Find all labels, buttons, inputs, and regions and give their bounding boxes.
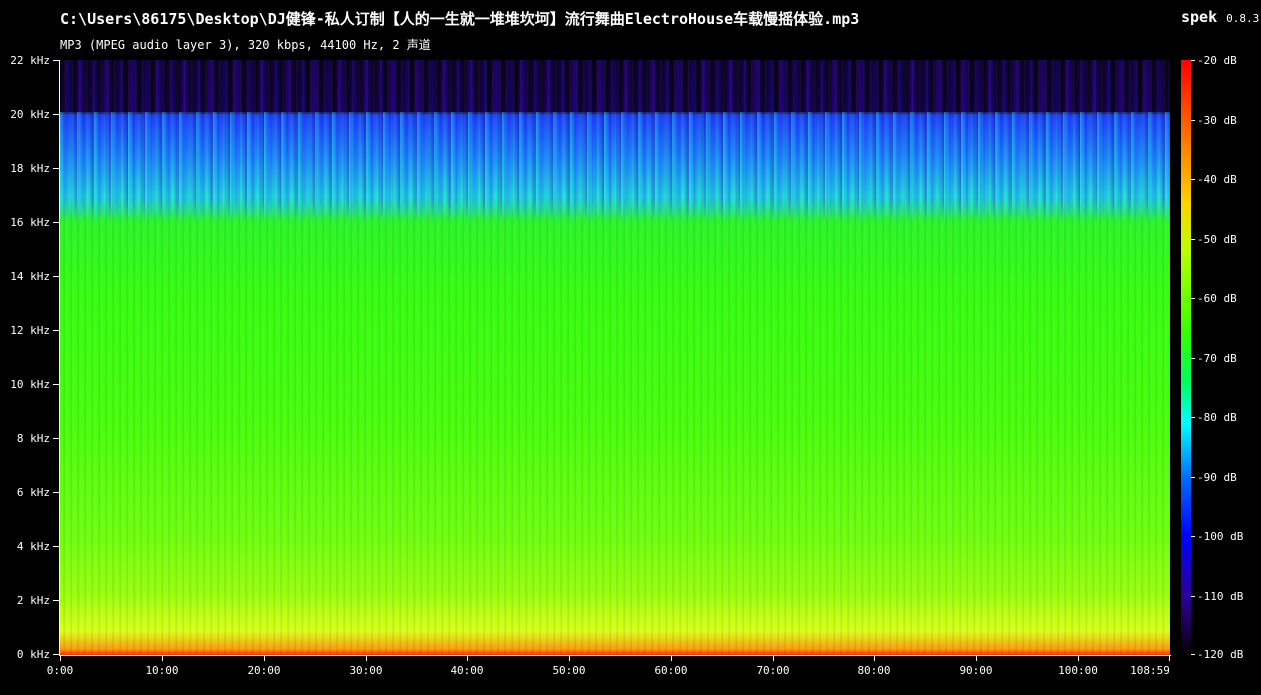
db-label-40: -40 dB xyxy=(1197,173,1237,186)
freq-tick xyxy=(53,654,59,655)
db-tick xyxy=(1191,654,1195,655)
time-label-10: 10:00 xyxy=(145,664,179,677)
db-label-90: -90 dB xyxy=(1197,471,1237,484)
time-tick xyxy=(671,656,672,661)
app-name-label: spek 0.8.3 xyxy=(1181,8,1261,26)
time-label-100: 100:00 xyxy=(1058,664,1098,677)
y-axis-line xyxy=(59,60,60,656)
freq-tick xyxy=(53,114,59,115)
time-label-70: 70:00 xyxy=(756,664,790,677)
db-tick xyxy=(1191,179,1195,180)
x-axis-line xyxy=(59,655,1171,656)
db-tick xyxy=(1191,60,1195,61)
db-label-50: -50 dB xyxy=(1197,233,1237,246)
time-label-end: 108:59 xyxy=(1130,664,1170,677)
db-label-100: -100 dB xyxy=(1197,530,1244,543)
db-tick xyxy=(1191,596,1195,597)
time-tick xyxy=(264,656,265,661)
time-label-20: 20:00 xyxy=(247,664,281,677)
freq-tick xyxy=(53,168,59,169)
time-label-90: 90:00 xyxy=(959,664,993,677)
freq-label-12: 12 kHz xyxy=(10,324,50,337)
time-label-80: 80:00 xyxy=(857,664,891,677)
time-label-30: 30:00 xyxy=(349,664,383,677)
time-tick xyxy=(773,656,774,661)
db-tick xyxy=(1191,358,1195,359)
time-label-50: 50:00 xyxy=(552,664,586,677)
db-label-60: -60 dB xyxy=(1197,292,1237,305)
db-tick xyxy=(1191,477,1195,478)
db-colorbar xyxy=(1181,60,1191,655)
freq-tick xyxy=(53,330,59,331)
db-tick xyxy=(1191,120,1195,121)
file-info: MP3 (MPEG audio layer 3), 320 kbps, 4410… xyxy=(60,38,431,52)
freq-label-2: 2 kHz xyxy=(16,594,50,607)
time-tick xyxy=(874,656,875,661)
db-tick xyxy=(1191,298,1195,299)
freq-tick xyxy=(53,492,59,493)
freq-tick xyxy=(53,60,59,61)
freq-label-14: 14 kHz xyxy=(10,270,50,283)
freq-label-16: 16 kHz xyxy=(10,216,50,229)
db-tick xyxy=(1191,536,1195,537)
time-label-40: 40:00 xyxy=(450,664,484,677)
time-tick xyxy=(366,656,367,661)
time-tick xyxy=(162,656,163,661)
freq-tick xyxy=(53,546,59,547)
time-tick xyxy=(976,656,977,661)
spectrogram-texture xyxy=(60,60,1170,655)
freq-label-6: 6 kHz xyxy=(16,486,50,499)
freq-label-0: 0 kHz xyxy=(16,648,50,661)
db-label-80: -80 dB xyxy=(1197,411,1237,424)
db-label-30: -30 dB xyxy=(1197,114,1237,127)
freq-tick xyxy=(53,384,59,385)
time-label-60: 60:00 xyxy=(654,664,688,677)
spectrogram-plot[interactable] xyxy=(60,60,1170,655)
freq-label-20: 20 kHz xyxy=(10,108,50,121)
db-label-20: -20 dB xyxy=(1197,54,1237,67)
file-path-title: C:\Users\86175\Desktop\DJ健锋-私人订制【人的一生就一堆… xyxy=(60,10,860,28)
app-name: spek xyxy=(1181,8,1218,26)
time-tick xyxy=(1078,656,1079,661)
app-version: 0.8.3 xyxy=(1226,12,1260,25)
freq-label-10: 10 kHz xyxy=(10,378,50,391)
freq-tick xyxy=(53,438,59,439)
freq-label-4: 4 kHz xyxy=(16,540,50,553)
freq-label-18: 18 kHz xyxy=(10,162,50,175)
db-label-110: -110 dB xyxy=(1197,590,1244,603)
time-tick xyxy=(569,656,570,661)
time-label-0: 0:00 xyxy=(46,664,74,677)
freq-tick xyxy=(53,276,59,277)
time-tick xyxy=(60,656,61,661)
db-label-70: -70 dB xyxy=(1197,352,1237,365)
db-tick xyxy=(1191,239,1195,240)
freq-tick xyxy=(53,600,59,601)
freq-tick xyxy=(53,222,59,223)
db-label-120: -120 dB xyxy=(1197,648,1244,661)
time-tick xyxy=(467,656,468,661)
freq-label-22: 22 kHz xyxy=(10,54,50,67)
time-tick xyxy=(1169,656,1170,661)
freq-label-8: 8 kHz xyxy=(16,432,50,445)
db-tick xyxy=(1191,417,1195,418)
